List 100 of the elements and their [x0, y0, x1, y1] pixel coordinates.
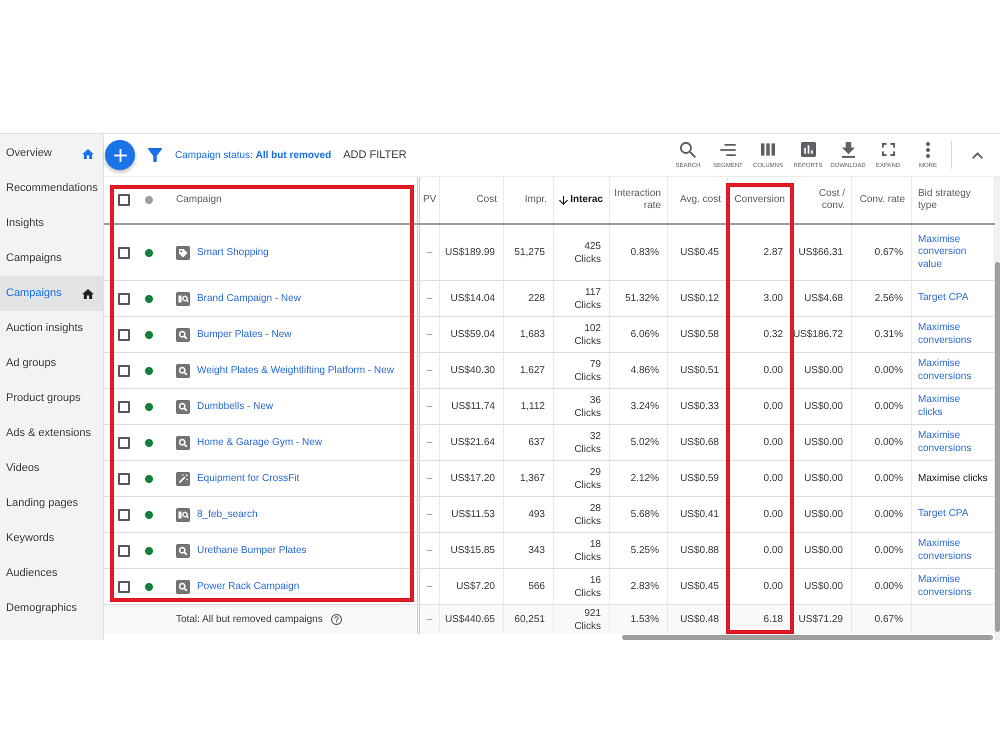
row-checkbox[interactable] — [118, 292, 130, 304]
horizontal-scrollbar[interactable] — [622, 634, 993, 640]
table-cell: 0.00 — [728, 461, 792, 496]
filter-status[interactable]: Campaign status: All but removed — [175, 148, 332, 162]
sidebar-item[interactable]: Campaigns — [0, 276, 103, 311]
table-cell: US$14.04 — [440, 281, 504, 316]
row-checkbox[interactable] — [118, 400, 130, 412]
column-header[interactable]: Interac — [554, 177, 610, 223]
search-icon — [680, 142, 696, 158]
table-cell: 0.00% — [852, 461, 912, 496]
interaction-unit: Clicks — [574, 252, 601, 266]
bid-strategy-link[interactable]: Maximise conversions — [918, 538, 984, 563]
interaction-count: 117 — [585, 286, 601, 298]
campaign-link[interactable]: Equipment for CrossFit — [197, 472, 300, 484]
table-cell: 0.31% — [852, 317, 912, 352]
filter-icon[interactable] — [148, 148, 162, 162]
table-cell: 1,683 — [504, 317, 554, 352]
campaign-link[interactable]: Power Rack Campaign — [197, 580, 300, 592]
row-checkbox[interactable] — [118, 472, 130, 484]
campaign-link[interactable]: Smart Shopping — [197, 246, 269, 258]
campaign-link[interactable]: Home & Garage Gym - New — [197, 436, 322, 448]
sidebar-item[interactable]: Keywords — [0, 521, 103, 556]
column-header[interactable]: Avg. cost — [668, 177, 728, 223]
add-button[interactable] — [105, 140, 135, 170]
sidebar-item[interactable]: Recommendations — [0, 171, 103, 206]
table-cell: 51,275 — [504, 225, 554, 280]
help-icon[interactable] — [330, 614, 342, 625]
column-header[interactable]: Impr. — [504, 177, 554, 223]
row-checkbox[interactable] — [118, 328, 130, 340]
table-cell: 2.83% — [610, 569, 668, 604]
table-cell: 0.00 — [728, 533, 792, 568]
sidebar-item[interactable]: Ads & extensions — [0, 416, 103, 451]
sidebar-item[interactable]: Videos — [0, 451, 103, 486]
lines-icon — [720, 144, 736, 156]
interaction-count: 102 — [584, 322, 601, 334]
bid-strategy-link[interactable]: Maximise clicks — [918, 394, 984, 419]
bid-strategy-link[interactable]: Target CPA — [918, 508, 968, 521]
sidebar-item[interactable]: Landing pages — [0, 486, 103, 521]
arrow-down-icon — [559, 196, 568, 204]
add-filter-button[interactable]: ADD FILTER — [341, 146, 409, 164]
column-header[interactable]: Cost — [440, 177, 504, 223]
bid-strategy-link[interactable]: Maximise conversion value — [918, 234, 984, 272]
column-header[interactable]: Campaign — [176, 194, 222, 206]
sidebar-item[interactable]: Campaigns — [0, 241, 103, 276]
campaign-link[interactable]: 8_feb_search — [197, 508, 258, 520]
sidebar-item[interactable]: Ad groups — [0, 346, 103, 381]
table-cell: 0.00 — [728, 353, 792, 388]
row-checkbox[interactable] — [118, 246, 130, 258]
campaign-link[interactable]: Urethane Bumper Plates — [197, 544, 307, 556]
row-checkbox[interactable] — [118, 436, 130, 448]
column-header[interactable]: Conversion — [728, 177, 792, 223]
table-cell: 0.00% — [852, 425, 912, 460]
table-cell: US$0.58 — [668, 317, 728, 352]
table-cell: 1,367 — [504, 461, 554, 496]
column-header[interactable]: Conv. rate — [852, 177, 912, 223]
sidebar-item[interactable]: Demographics — [0, 591, 103, 626]
row-checkbox[interactable] — [118, 544, 130, 556]
campaign-link[interactable]: Weight Plates & Weightlifting Platform - New — [197, 364, 394, 376]
column-header[interactable]: Interaction rate — [610, 177, 668, 223]
row-checkbox[interactable] — [118, 508, 130, 520]
table-cell: US$0.00 — [792, 461, 852, 496]
table-cell: 493 — [504, 497, 554, 532]
table-cell: 2.12% — [610, 461, 668, 496]
bid-strategy-link[interactable]: Target CPA — [918, 292, 968, 305]
table-cell: 6.18 — [728, 605, 792, 634]
row-checkbox[interactable] — [118, 364, 130, 376]
table-cell: – — [420, 281, 440, 316]
search-icon — [176, 328, 190, 342]
sidebar-item[interactable]: Overview — [0, 136, 103, 171]
table-cell: – — [420, 461, 440, 496]
select-all-checkbox[interactable] — [118, 194, 130, 206]
table-cell: US$40.30 — [440, 353, 504, 388]
column-header[interactable]: PV — [420, 177, 440, 223]
table-cell: US$189.99 — [440, 225, 504, 280]
bid-strategy-link[interactable]: Maximise conversions — [918, 358, 984, 383]
table-cell: US$0.68 — [668, 425, 728, 460]
sidebar-item[interactable]: Product groups — [0, 381, 103, 416]
row-checkbox[interactable] — [118, 580, 130, 592]
bid-strategy-link[interactable]: Maximise conversions — [918, 574, 984, 599]
interaction-unit: Clicks — [574, 478, 601, 492]
campaign-link[interactable]: Bumper Plates - New — [197, 328, 292, 340]
table-cell: US$0.00 — [792, 569, 852, 604]
vertical-scrollbar[interactable] — [995, 262, 1000, 632]
table-cell: 6.06% — [610, 317, 668, 352]
table-cell: 2.56% — [852, 281, 912, 316]
table-cell: 0.00% — [852, 533, 912, 568]
table-cell: – — [420, 533, 440, 568]
bar-chart-icon — [800, 142, 816, 157]
sidebar-item[interactable]: Insights — [0, 206, 103, 241]
column-header[interactable]: Cost / conv. — [792, 177, 852, 223]
bid-strategy-link[interactable]: Maximise conversions — [918, 322, 984, 347]
table-cell: 5.25% — [610, 533, 668, 568]
sidebar-item[interactable]: Audiences — [0, 556, 103, 591]
campaign-link[interactable]: Brand Campaign - New — [197, 292, 301, 304]
bid-strategy-link[interactable]: Maximise conversions — [918, 430, 984, 455]
table-cell: – — [420, 497, 440, 532]
table-cell: 4.86% — [610, 353, 668, 388]
sidebar-item[interactable]: Auction insights — [0, 311, 103, 346]
interaction-count: 425 — [584, 240, 601, 252]
campaign-link[interactable]: Dumbbells - New — [197, 400, 274, 412]
